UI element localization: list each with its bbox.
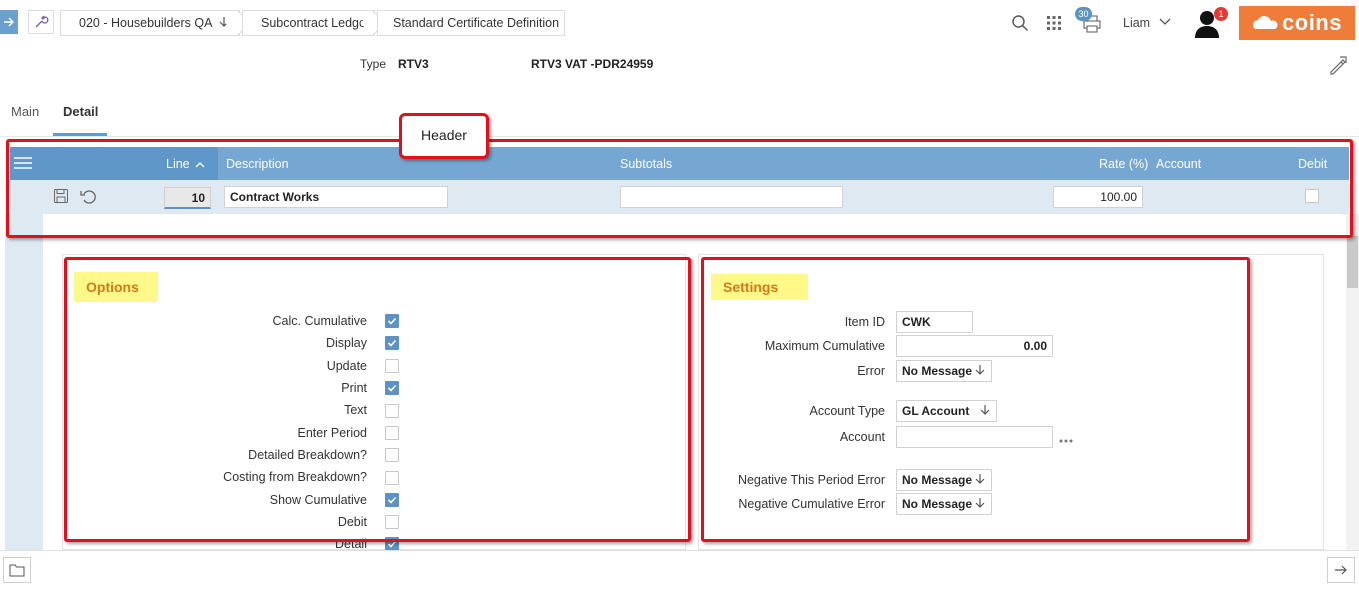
tools-wrench-icon[interactable] — [28, 10, 54, 34]
breadcrumb-company-label: 020 - Housebuilders QA — [79, 16, 213, 30]
record-description: RTV3 VAT -PDR24959 — [531, 57, 654, 71]
breadcrumb-certificate-label: Standard Certificate Definition — [393, 16, 560, 30]
coins-logo: coins — [1239, 6, 1355, 40]
tab-detail[interactable]: Detail — [63, 104, 98, 119]
breadcrumb-subcontract-ledger[interactable]: Subcontract Ledger — [242, 10, 386, 36]
breadcrumb-company[interactable]: 020 - Housebuilders QA — [60, 10, 251, 36]
tab-divider — [0, 136, 1359, 137]
menu-toggle-arrow-icon[interactable] — [0, 10, 18, 34]
apps-grid-icon[interactable] — [1044, 13, 1064, 33]
logo-text: coins — [1282, 10, 1342, 35]
options-annotation-box — [64, 257, 691, 542]
footer-bar — [0, 550, 1359, 590]
settings-annotation-box — [701, 257, 1250, 542]
tab-main[interactable]: Main — [11, 104, 39, 119]
cloud-icon — [1252, 15, 1278, 31]
next-arrow-icon[interactable] — [1327, 557, 1355, 583]
row-side-strip — [5, 214, 43, 554]
search-icon[interactable] — [1010, 13, 1030, 33]
scrollbar-thumb[interactable] — [1347, 236, 1358, 288]
folder-icon[interactable] — [3, 557, 31, 583]
print-queue-badge: 30 — [1075, 7, 1092, 21]
type-label: Type — [360, 57, 387, 71]
breadcrumb-ledger-label: Subcontract Ledger — [261, 16, 371, 30]
notification-badge: 1 — [1214, 7, 1228, 21]
expand-pen-icon[interactable] — [1327, 54, 1349, 76]
header-callout: Header — [399, 113, 489, 159]
type-value: RTV3 — [398, 57, 429, 71]
breadcrumb-certificate-definition[interactable]: Standard Certificate Definition — [377, 10, 565, 36]
user-name[interactable]: Liam — [1123, 16, 1150, 30]
user-menu-chevron-icon[interactable] — [1158, 15, 1172, 29]
header-annotation-box — [6, 139, 1353, 238]
